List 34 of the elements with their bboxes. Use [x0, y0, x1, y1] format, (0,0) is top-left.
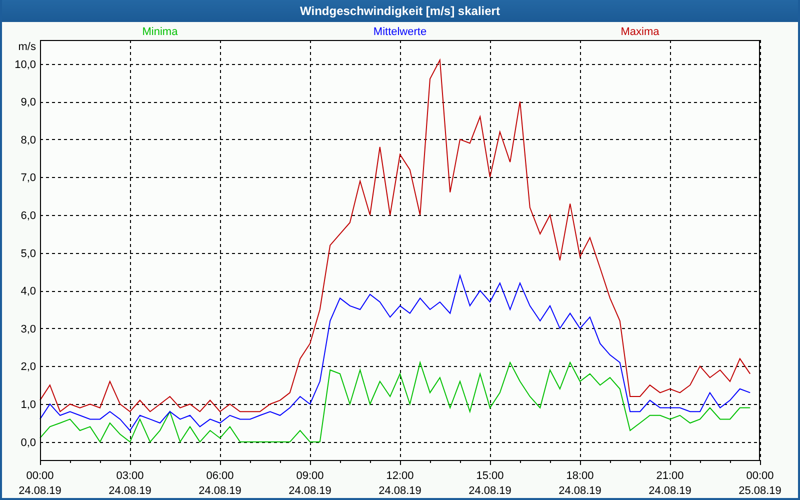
tick-label: 4,0: [20, 286, 36, 298]
tick-label: 15:00: [476, 470, 504, 482]
tick-label: 12:00: [386, 470, 414, 482]
tick-label: 6,0: [20, 210, 36, 222]
tick-label: 21:00: [656, 470, 684, 482]
date-label: 24.08.19: [468, 485, 512, 497]
date-label: 25.08.19: [738, 485, 782, 497]
tick-label: 00:00: [746, 470, 774, 482]
legend-label: Minima: [142, 26, 178, 38]
date-label: 24.08.19: [288, 485, 332, 497]
date-label: 24.08.19: [558, 485, 602, 497]
date-label: 24.08.19: [198, 485, 242, 497]
tick-label: 09:00: [296, 470, 324, 482]
tick-label: 03:00: [116, 470, 144, 482]
tick-label: 9,0: [20, 96, 36, 109]
tick-label: 5,0: [20, 248, 36, 260]
date-label: 24.08.19: [648, 485, 692, 497]
tick-label: 3,0: [20, 323, 36, 336]
tick-label: 8,0: [20, 134, 36, 146]
tick-label: 10,0: [14, 58, 36, 71]
tick-label: 18:00: [566, 470, 594, 482]
legend-label: Maxima: [620, 26, 660, 38]
window-title: Windgeschwindigkeit [m/s] skaliert: [2, 0, 798, 22]
tick-label: 7,0: [20, 172, 36, 184]
date-label: 24.08.19: [378, 485, 422, 497]
tick-label: 1,0: [20, 399, 36, 412]
axis-unit-label: m/s: [18, 41, 36, 53]
date-label: 24.08.19: [18, 485, 62, 497]
date-label: 24.08.19: [108, 485, 152, 497]
tick-label: 00:00: [26, 470, 54, 482]
tick-label: 0,0: [20, 436, 36, 449]
legend-label: Mittelwerte: [373, 26, 427, 38]
tick-label: 06:00: [206, 470, 234, 482]
tick-label: 2,0: [20, 361, 36, 374]
